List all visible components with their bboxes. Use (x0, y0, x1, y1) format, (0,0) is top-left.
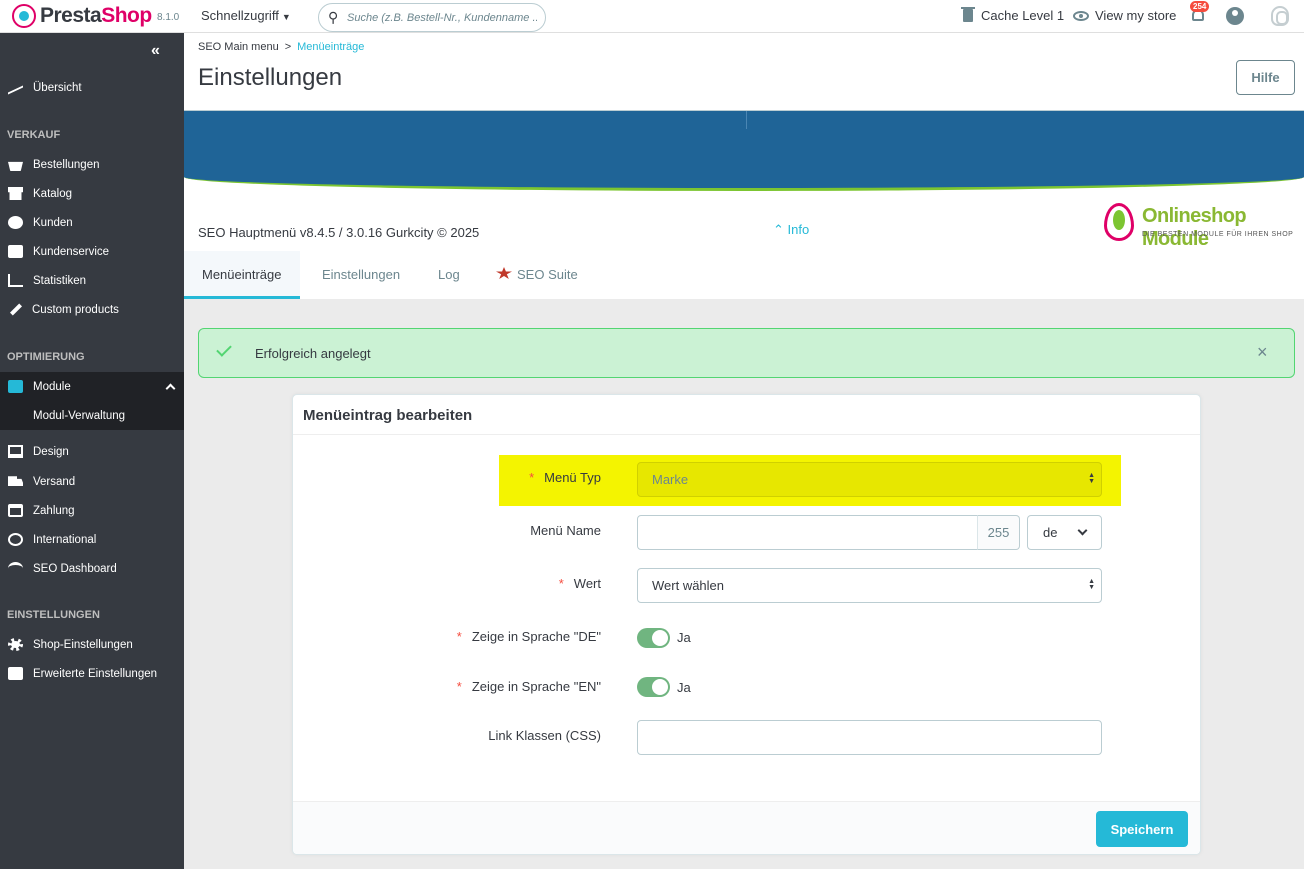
search-input[interactable] (347, 9, 537, 27)
menu-name-input[interactable] (637, 515, 978, 550)
tab-seo-suite[interactable]: SEO Suite (478, 251, 596, 299)
show-de-value: Ja (677, 630, 691, 645)
show-de-switch[interactable] (637, 628, 670, 648)
prestashop-logo[interactable]: PrestaShop (12, 4, 152, 28)
wert-label: * Wert (558, 576, 601, 591)
puzzle-icon (8, 380, 23, 393)
wifi-icon (8, 562, 23, 575)
success-alert: Erfolgreich angelegt × (198, 328, 1295, 378)
menu-type-select[interactable]: Marke ▲ ▼ (637, 462, 1102, 497)
alert-message: Erfolgreich angelegt (255, 346, 371, 361)
sidebar-item-international[interactable]: International (0, 525, 184, 554)
basket-icon (8, 161, 23, 171)
banner-wave (184, 111, 1304, 191)
sidebar-item-seo-dashboard[interactable]: SEO Dashboard (0, 554, 184, 583)
sidebar-item-kundenservice[interactable]: Kundenservice (0, 237, 184, 266)
sidebar-item-statistiken[interactable]: Statistiken (0, 266, 184, 295)
fingerprint-icon[interactable] (1271, 6, 1289, 26)
page-header: SEO Main menu > Menüeinträge Einstellungen… (184, 33, 1304, 111)
search-box[interactable]: ⚲ (318, 3, 546, 32)
seo-star-icon (496, 267, 512, 279)
tab-log[interactable]: Log (420, 251, 478, 299)
eye-icon (1073, 10, 1089, 21)
chevron-up-icon (165, 383, 176, 394)
sidebar-section-verkauf: VERKAUF (7, 129, 61, 141)
onlineshop-module-logo[interactable]: Onlineshop Module DIE BESTEN MODULE FÜR … (1102, 201, 1298, 250)
puffin-logo-icon (12, 4, 36, 28)
user-circle-icon (8, 216, 23, 229)
language-dropdown[interactable]: de (1027, 515, 1102, 550)
search-icon: ⚲ (328, 9, 339, 25)
module-version-text: SEO Hauptmenü v8.4.5 / 3.0.16 Gurkcity ©… (198, 225, 480, 240)
leaf-logo-icon (1104, 203, 1134, 241)
breadcrumb: SEO Main menu > Menüeinträge (198, 41, 365, 53)
sidebar-item-custom-products[interactable]: Custom products (0, 295, 184, 324)
sidebar-item-versand[interactable]: Versand (0, 467, 184, 496)
sidebar-item-design[interactable]: Design (0, 437, 184, 466)
sidebar-item-shop-einstellungen[interactable]: Shop-Einstellungen (0, 630, 184, 659)
show-en-label: * Zeige in Sprache "EN" (456, 679, 601, 694)
chevron-up-icon: ⌃ (773, 222, 788, 237)
sidebar-item-kunden[interactable]: Kunden (0, 208, 184, 237)
sidebar-section-optimierung: OPTIMIERUNG (7, 351, 85, 363)
menu-type-label: * Menü Typ (529, 470, 601, 485)
sidebar-item-bestellungen[interactable]: Bestellungen (0, 150, 184, 179)
sidebar-item-erweiterte-einstellungen[interactable]: Erweiterte Einstellungen (0, 659, 184, 688)
sidebar-item-module[interactable]: Module (0, 372, 184, 401)
trend-icon (8, 81, 23, 94)
check-icon (216, 341, 232, 357)
wrench-icon (9, 303, 23, 316)
sidebar-subitem-modul-verwaltung[interactable]: Modul-Verwaltung (0, 401, 184, 430)
select-arrows-icon: ▲ ▼ (1088, 472, 1095, 485)
show-en-value: Ja (677, 680, 691, 695)
module-banner: SEO Hauptmenü v8.4.5 / 3.0.16 Gurkcity ©… (184, 111, 1304, 251)
page-title: Einstellungen (198, 64, 343, 91)
collapse-sidebar-icon[interactable]: « (151, 42, 160, 60)
tab-einstellungen[interactable]: Einstellungen (304, 251, 418, 299)
wert-select[interactable]: Wert wählen ▲ ▼ (637, 568, 1102, 603)
info-toggle-link[interactable]: ⌃ Info (773, 222, 809, 238)
globe-icon (8, 533, 23, 546)
gear-icon (8, 638, 23, 651)
notification-count-badge: 254 (1190, 1, 1210, 12)
truck-icon (8, 476, 23, 487)
tab-menueintraege[interactable]: Menüeinträge (184, 251, 300, 299)
breadcrumb-current[interactable]: Menüeinträge (297, 41, 364, 53)
chevron-down-icon (1077, 525, 1088, 536)
version-label: 8.1.0 (157, 12, 180, 23)
cache-level-link[interactable]: Cache Level 1 (961, 7, 1064, 23)
help-button[interactable]: Hilfe (1236, 60, 1295, 95)
bar-chart-icon (8, 274, 23, 287)
sidebar-section-einstellungen: EINSTELLUNGEN (7, 609, 100, 621)
close-icon[interactable]: × (1257, 342, 1268, 363)
top-bar: PrestaShop 8.1.0 Schnellzugriff▼ ⚲ Cache… (0, 0, 1304, 33)
char-counter: 255 (977, 515, 1020, 550)
trash-icon (961, 7, 975, 22)
module-tabs: Menüeinträge Einstellungen Log SEO Suite (184, 251, 1304, 299)
panel-title: Menüeintrag bearbeiten (303, 407, 473, 424)
link-css-label: Link Klassen (CSS) (488, 728, 601, 743)
credit-card-icon (8, 504, 23, 517)
show-de-label: * Zeige in Sprache "DE" (456, 629, 601, 644)
sidebar: « Übersicht VERKAUF Bestellungen Katalog… (0, 33, 184, 869)
menu-name-label: Menü Name (530, 523, 601, 538)
quick-access-dropdown[interactable]: Schnellzugriff ▼ (201, 8, 291, 23)
save-button[interactable]: Speichern (1096, 811, 1188, 847)
store-icon (8, 187, 23, 200)
select-arrows-icon: ▲ ▼ (1088, 578, 1095, 591)
sidebar-item-katalog[interactable]: Katalog (0, 179, 184, 208)
sidebar-item-uebersicht[interactable]: Übersicht (0, 73, 184, 102)
show-en-switch[interactable] (637, 677, 670, 697)
sidebar-item-zahlung[interactable]: Zahlung (0, 496, 184, 525)
view-store-link[interactable]: View my store (1073, 8, 1176, 23)
employee-avatar-icon[interactable] (1226, 7, 1244, 25)
monitor-icon (8, 445, 23, 458)
link-css-input[interactable] (637, 720, 1102, 755)
caret-down-icon: ▼ (281, 12, 291, 22)
settings-cog-icon (8, 667, 23, 680)
chat-icon (8, 245, 23, 258)
breadcrumb-root[interactable]: SEO Main menu (198, 41, 279, 53)
